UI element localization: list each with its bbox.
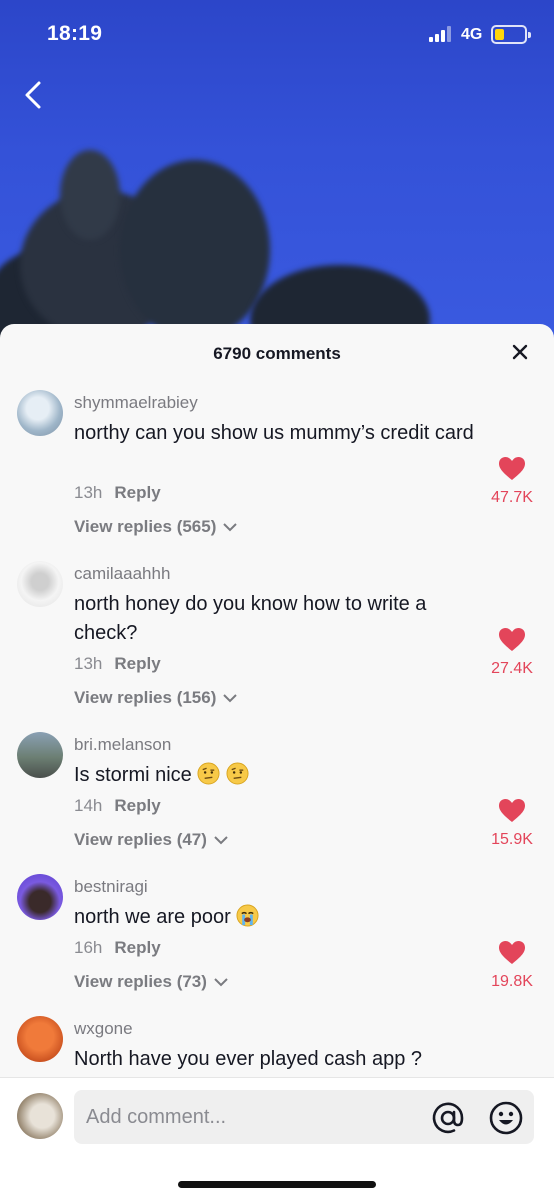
comment-time: 13h	[74, 654, 103, 673]
like-button[interactable]: 27.4K	[482, 627, 542, 678]
comment-text-body: Is stormi nice	[74, 764, 192, 786]
view-replies-button[interactable]: View replies (47)	[74, 830, 229, 850]
chevron-down-icon	[214, 836, 228, 845]
avatar[interactable]	[17, 732, 63, 778]
face-with-raised-eyebrow-icon	[197, 762, 220, 785]
view-replies-button[interactable]: View replies (73)	[74, 972, 229, 992]
comment-time: 14h	[74, 796, 103, 815]
status-bar: 18:19 4G	[0, 0, 554, 70]
comment-input-box[interactable]	[74, 1090, 534, 1144]
comment-username[interactable]: wxgone	[74, 1019, 133, 1039]
view-replies-label: View replies (565)	[74, 517, 217, 536]
avatar[interactable]	[17, 1016, 63, 1062]
view-replies-label: View replies (73)	[74, 972, 207, 991]
comment-text-body: north we are poor	[74, 906, 231, 928]
my-avatar	[17, 1093, 63, 1139]
comment-time: 13h	[74, 483, 103, 502]
at-icon[interactable]	[430, 1100, 466, 1136]
chevron-down-icon	[223, 694, 238, 703]
heart-icon	[499, 628, 525, 651]
emoji-icon[interactable]	[488, 1100, 524, 1136]
view-replies-button[interactable]: View replies (565)	[74, 517, 238, 537]
avatar[interactable]	[17, 561, 63, 607]
like-count: 27.4K	[491, 660, 533, 677]
status-time: 18:19	[47, 22, 103, 45]
reply-button[interactable]: Reply	[114, 483, 160, 502]
home-indicator[interactable]	[178, 1181, 376, 1188]
like-button[interactable]: 19.8K	[482, 940, 542, 991]
chevron-left-icon	[25, 81, 41, 109]
comment-time: 16h	[74, 938, 103, 957]
back-button[interactable]	[18, 78, 52, 112]
face-with-raised-eyebrow-icon	[226, 762, 249, 785]
comment-meta: 16h Reply	[74, 938, 161, 958]
heart-icon	[499, 457, 525, 480]
like-count: 19.8K	[491, 973, 533, 990]
comment-text: north honey do you know how to write a c…	[74, 593, 427, 644]
comment-meta: 14h Reply	[74, 796, 161, 816]
reply-button[interactable]: Reply	[114, 654, 160, 673]
chevron-down-icon	[223, 523, 238, 532]
heart-icon	[499, 941, 525, 964]
comment-username[interactable]: bri.melanson	[74, 735, 171, 755]
comment-text: northy can you show us mummy’s credit ca…	[74, 422, 474, 444]
like-count: 15.9K	[491, 831, 533, 848]
view-replies-button[interactable]: View replies (156)	[74, 688, 238, 708]
avatar[interactable]	[17, 390, 63, 436]
like-count: 47.7K	[491, 489, 533, 506]
comment-meta: 13h Reply	[74, 483, 161, 503]
comment-username[interactable]: bestniragi	[74, 877, 148, 897]
chevron-down-icon	[214, 978, 228, 987]
reply-button[interactable]: Reply	[114, 938, 160, 957]
comment-username[interactable]: shymmaelrabiey	[74, 393, 198, 413]
reply-button[interactable]: Reply	[114, 796, 160, 815]
network-type: 4G	[461, 26, 483, 43]
comment-text: north we are poor	[74, 903, 484, 932]
avatar[interactable]	[17, 874, 63, 920]
like-button[interactable]: 47.7K	[482, 456, 542, 507]
comment-text: Is stormi nice	[74, 761, 484, 790]
close-button[interactable]	[510, 342, 530, 362]
comment-input[interactable]	[86, 1090, 416, 1144]
loudly-crying-face-icon	[236, 904, 259, 927]
view-replies-label: View replies (156)	[74, 688, 217, 707]
view-replies-label: View replies (47)	[74, 830, 207, 849]
comments-header: 6790 comments	[0, 324, 554, 380]
comment-text: North have you ever played cash app ?	[74, 1048, 422, 1070]
battery-icon	[491, 25, 531, 44]
like-button[interactable]: 15.9K	[482, 798, 542, 849]
comments-sheet: 6790 comments shymmaelrabiey northy can …	[0, 324, 554, 1200]
heart-icon	[499, 799, 525, 822]
cellular-signal-icon	[429, 26, 451, 42]
comment-count: 6790 comments	[213, 344, 341, 363]
close-icon	[512, 344, 528, 360]
comment-meta: 13h Reply	[74, 654, 161, 674]
comment-username[interactable]: camilaaahhh	[74, 564, 170, 584]
